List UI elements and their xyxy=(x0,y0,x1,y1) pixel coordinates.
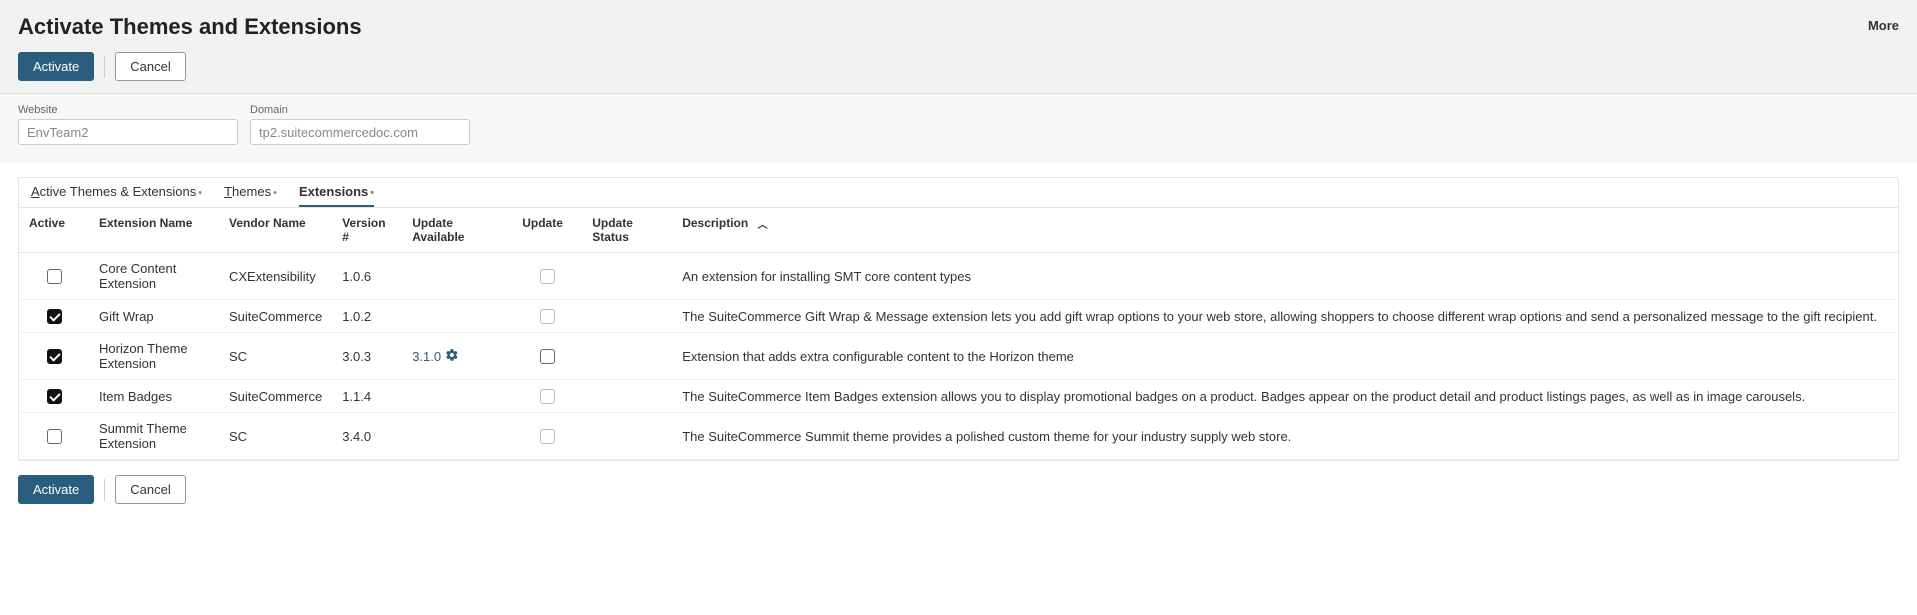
update-available xyxy=(402,380,512,413)
active-checkbox[interactable] xyxy=(47,269,62,284)
update-checkbox xyxy=(540,309,555,324)
extension-name: Item Badges xyxy=(89,380,219,413)
update-available xyxy=(402,300,512,333)
update-status xyxy=(582,413,672,460)
sort-asc-icon: ︿ xyxy=(758,216,768,231)
version-number: 3.0.3 xyxy=(332,333,402,380)
page-title: Activate Themes and Extensions xyxy=(18,14,362,40)
col-extension-name[interactable]: Extension Name xyxy=(89,208,219,253)
description: The SuiteCommerce Gift Wrap & Message ex… xyxy=(672,300,1898,333)
extension-name: Core Content Extension xyxy=(89,253,219,300)
col-update[interactable]: Update xyxy=(512,208,582,253)
update-status xyxy=(582,253,672,300)
update-checkbox xyxy=(540,269,555,284)
activate-button-bottom[interactable]: Activate xyxy=(18,475,94,504)
update-available xyxy=(402,253,512,300)
col-description[interactable]: Description ︿ xyxy=(672,208,1898,253)
extensions-table: Active Extension Name Vendor Name Versio… xyxy=(19,208,1898,460)
update-checkbox xyxy=(540,429,555,444)
update-available xyxy=(402,413,512,460)
col-version[interactable]: Version # xyxy=(332,208,402,253)
extension-name: Gift Wrap xyxy=(89,300,219,333)
col-update-available[interactable]: Update Available xyxy=(402,208,512,253)
vendor-name: SC xyxy=(219,413,332,460)
extension-name: Summit Theme Extension xyxy=(89,413,219,460)
button-divider-bottom xyxy=(104,479,105,501)
update-status xyxy=(582,333,672,380)
vendor-name: SuiteCommerce xyxy=(219,380,332,413)
active-checkbox[interactable] xyxy=(47,429,62,444)
update-checkbox[interactable] xyxy=(540,349,555,364)
tab-themes[interactable]: Themes• xyxy=(224,184,277,207)
col-active[interactable]: Active xyxy=(19,208,89,253)
tab-active-themes-extensions[interactable]: Active Themes & Extensions• xyxy=(31,184,202,207)
active-checkbox[interactable] xyxy=(47,309,62,324)
vendor-name: CXExtensibility xyxy=(219,253,332,300)
table-row: Horizon Theme ExtensionSC3.0.33.1.0 Exten… xyxy=(19,333,1898,380)
update-status xyxy=(582,300,672,333)
update-status xyxy=(582,380,672,413)
active-checkbox[interactable] xyxy=(47,389,62,404)
more-menu[interactable]: More xyxy=(1868,14,1899,33)
description: Extension that adds extra configurable c… xyxy=(672,333,1898,380)
update-checkbox xyxy=(540,389,555,404)
button-divider xyxy=(104,56,105,78)
table-row: Core Content ExtensionCXExtensibility1.0… xyxy=(19,253,1898,300)
activate-button[interactable]: Activate xyxy=(18,52,94,81)
cancel-button-bottom[interactable]: Cancel xyxy=(115,475,185,504)
version-number: 1.1.4 xyxy=(332,380,402,413)
website-label: Website xyxy=(18,104,238,116)
domain-label: Domain xyxy=(250,104,470,116)
domain-field[interactable] xyxy=(250,119,470,145)
table-row: Item BadgesSuiteCommerce1.1.4 The SuiteCo… xyxy=(19,380,1898,413)
update-available: 3.1.0 xyxy=(402,333,512,380)
active-checkbox[interactable] xyxy=(47,349,62,364)
description: The SuiteCommerce Item Badges extension … xyxy=(672,380,1898,413)
table-row: Gift WrapSuiteCommerce1.0.2 The SuiteComm… xyxy=(19,300,1898,333)
version-number: 3.4.0 xyxy=(332,413,402,460)
col-vendor-name[interactable]: Vendor Name xyxy=(219,208,332,253)
vendor-name: SuiteCommerce xyxy=(219,300,332,333)
version-number: 1.0.2 xyxy=(332,300,402,333)
description: An extension for installing SMT core con… xyxy=(672,253,1898,300)
vendor-name: SC xyxy=(219,333,332,380)
col-update-status[interactable]: Update Status xyxy=(582,208,672,253)
cancel-button[interactable]: Cancel xyxy=(115,52,185,81)
table-row: Summit Theme ExtensionSC3.4.0 The SuiteCo… xyxy=(19,413,1898,460)
gear-icon xyxy=(445,348,459,365)
extension-name: Horizon Theme Extension xyxy=(89,333,219,380)
version-number: 1.0.6 xyxy=(332,253,402,300)
website-field[interactable] xyxy=(18,119,238,145)
tab-extensions[interactable]: Extensions• xyxy=(299,184,374,207)
description: The SuiteCommerce Summit theme provides … xyxy=(672,413,1898,460)
